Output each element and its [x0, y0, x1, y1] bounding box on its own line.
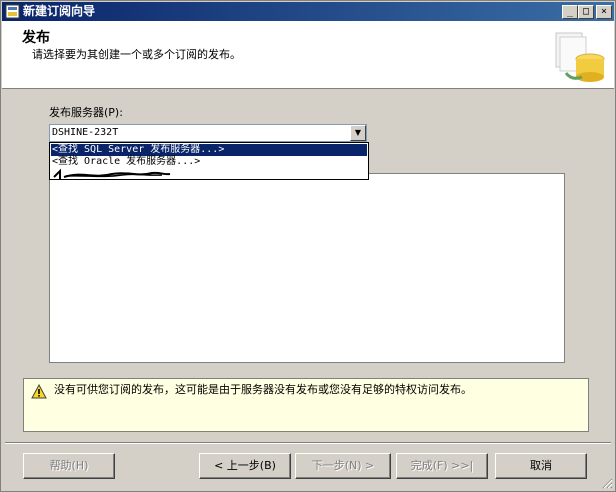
maximize-button[interactable]: □ [578, 5, 594, 19]
publisher-selected-value: DSHINE-232T [52, 127, 119, 138]
next-button[interactable]: 下一步(N) > [295, 453, 391, 479]
warning-icon [31, 384, 47, 399]
resize-grip-icon[interactable] [601, 477, 613, 489]
warning-panel: 没有可供您订阅的发布，这可能是由于服务器没有发布或您没有足够的特权访问发布。 [23, 378, 589, 432]
option-find-sql-server[interactable]: <查找 SQL Server 发布服务器...> [51, 144, 367, 156]
wizard-window: 新建订阅向导 _ □ × 发布 请选择要为其创建一个或多个订阅的发布。 发布服务… [0, 0, 616, 492]
app-icon [5, 4, 20, 19]
publisher-combobox[interactable]: DSHINE-232T ▼ [49, 124, 367, 142]
cancel-button[interactable]: 取消 [495, 453, 587, 479]
title-bar[interactable]: 新建订阅向导 _ □ × [2, 2, 614, 21]
help-button[interactable]: 帮助(H) [23, 453, 115, 479]
publications-list[interactable] [49, 173, 565, 363]
page-title: 发布 [22, 30, 50, 46]
footer-divider [5, 442, 611, 444]
window-title: 新建订阅向导 [23, 4, 96, 18]
dropdown-arrow-icon[interactable]: ▼ [350, 125, 366, 141]
warning-message: 没有可供您订阅的发布，这可能是由于服务器没有发布或您没有足够的特权访问发布。 [54, 383, 472, 396]
finish-button[interactable]: 完成(F) >>| [396, 453, 488, 479]
publication-database-icon [555, 32, 605, 82]
wizard-header: 发布 请选择要为其创建一个或多个订阅的发布。 [2, 21, 614, 89]
publisher-label: 发布服务器(P): [49, 106, 123, 119]
publisher-dropdown-list[interactable]: <查找 SQL Server 发布服务器...> <查找 Oracle 发布服务… [49, 142, 369, 180]
page-subtitle: 请选择要为其创建一个或多个订阅的发布。 [32, 48, 241, 61]
close-button[interactable]: × [596, 5, 612, 19]
back-button[interactable]: < 上一步(B) [199, 453, 291, 479]
redacted-scribble[interactable] [52, 167, 172, 181]
minimize-button[interactable]: _ [562, 5, 578, 19]
